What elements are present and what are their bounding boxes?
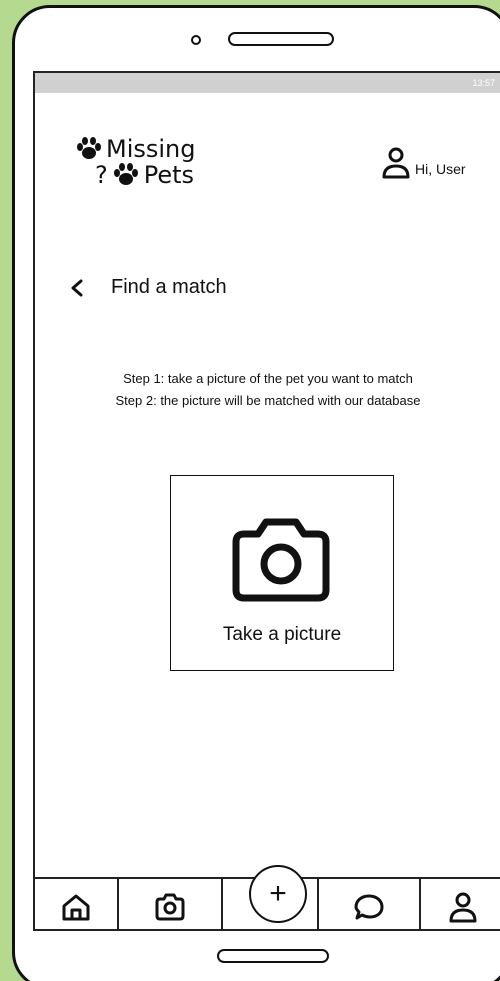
page-header: Find a match — [69, 276, 227, 299]
take-picture-button[interactable]: Take a picture — [170, 475, 394, 671]
nav-home[interactable] — [35, 879, 117, 929]
app-logo: Missing ? Pets — [75, 135, 235, 189]
home-icon — [62, 894, 90, 921]
camera-icon — [232, 518, 330, 602]
status-bar: 13:57 — [35, 73, 500, 93]
instructions: Step 1: take a picture of the pet you wa… — [35, 368, 500, 412]
paw-icon — [113, 163, 138, 185]
nav-chat[interactable] — [319, 879, 419, 929]
user-menu[interactable]: Hi, User — [381, 146, 466, 180]
front-camera — [191, 35, 201, 45]
bottom-nav: + — [35, 865, 500, 929]
nav-profile[interactable] — [421, 879, 500, 929]
paw-icon — [77, 137, 101, 159]
plus-icon: + — [269, 877, 287, 910]
earpiece — [228, 32, 334, 46]
user-greeting: Hi, User — [415, 161, 466, 177]
instruction-step-2: Step 2: the picture will be matched with… — [115, 393, 421, 408]
app-name-line2: Pets — [143, 161, 195, 189]
nav-camera[interactable] — [119, 879, 221, 929]
app-name-line1: Missing — [106, 135, 196, 163]
status-time: 13:57 — [472, 78, 495, 88]
camera-icon — [155, 893, 185, 921]
instruction-step-1: Step 1: take a picture of the pet you wa… — [123, 371, 413, 386]
back-chevron-icon[interactable] — [69, 278, 85, 298]
page-title: Find a match — [111, 276, 227, 298]
take-picture-label: Take a picture — [222, 624, 342, 645]
phone-frame: 13:57 Missing ? Pets Hi, User Find a mat… — [12, 5, 500, 981]
chat-icon — [354, 894, 384, 920]
app-screen: 13:57 Missing ? Pets Hi, User Find a mat… — [33, 71, 500, 931]
nav-divider — [221, 879, 223, 929]
app-name-prefix: ? — [95, 161, 108, 189]
profile-icon — [449, 892, 477, 923]
add-button[interactable]: + — [249, 865, 307, 923]
home-indicator — [217, 949, 329, 963]
user-icon — [382, 147, 410, 179]
